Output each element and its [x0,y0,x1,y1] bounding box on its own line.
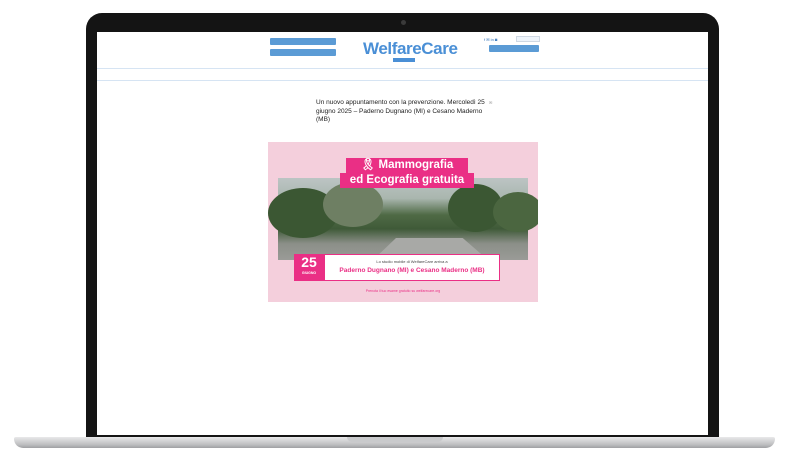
header-button-3[interactable] [489,45,539,52]
browser-screen: WelfareCare f ✉ in ◙ Un nuovo appuntamen… [97,32,708,435]
webcam-icon [401,20,406,25]
article-title: Un nuovo appuntamento con la prevenzione… [316,99,485,123]
hero-title: 🎗 Mammografia ed Ecografia gratuita [340,158,474,188]
header-button-2[interactable] [270,49,336,56]
event-locations-box: Lo studio mobile di WelfareCare arriva a… [324,254,500,281]
logo-badge [393,58,415,62]
locations-intro: Lo studio mobile di WelfareCare arriva a [376,259,448,264]
search-input[interactable] [516,36,540,42]
locations-text: Paderno Dugnano (MI) e Cesano Maderno (M… [339,267,485,274]
booking-link[interactable]: Prenota il tuo esame gratuito su welfare… [268,289,538,293]
hero-banner: 🎗 Mammografia ed Ecografia gratuita 25 G… [268,142,538,302]
main-navigation [97,68,708,81]
event-date-badge: 25 GIUGNO [294,254,324,281]
hero-title-line-1: 🎗 Mammografia [346,158,468,173]
social-icons[interactable]: f ✉ in ◙ [484,37,497,42]
comment-icon[interactable]: ✉ [489,100,492,105]
event-month: GIUGNO [301,271,317,275]
hero-title-line-2: ed Ecografia gratuita [340,173,474,188]
site-logo[interactable]: WelfareCare [363,39,458,59]
laptop-notch [347,437,443,442]
tree-shape [323,182,383,227]
event-day: 25 [301,254,317,270]
header-button-1[interactable] [270,38,336,45]
park-photo [268,178,538,260]
tree-shape [493,192,538,232]
